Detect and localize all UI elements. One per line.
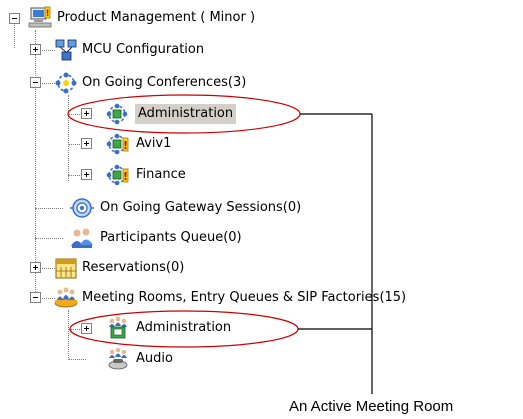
resource-tree: ! Product Management ( Minor ) MCU Confi… [0,0,523,419]
callout-ellipse-conference [67,94,301,134]
callout-ellipse-room [69,310,299,348]
callout-annotation [67,94,373,394]
callout-label: An Active Meeting Room [289,398,454,415]
